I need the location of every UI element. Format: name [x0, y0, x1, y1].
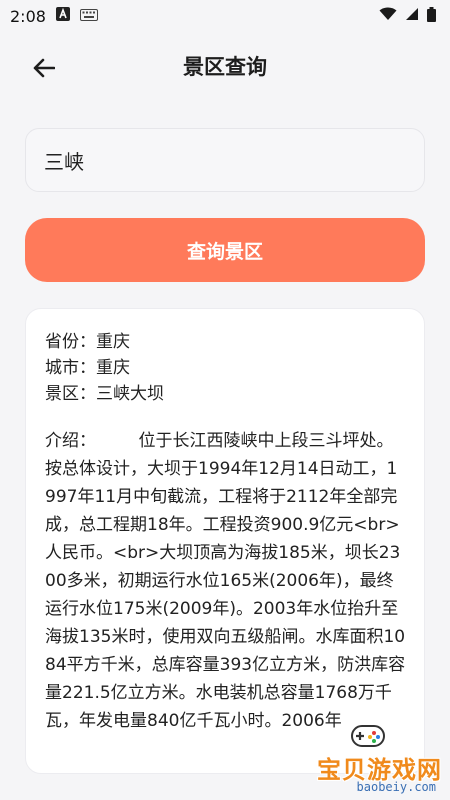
arrow-left-icon	[33, 58, 55, 78]
status-bar: 2:08	[0, 0, 450, 32]
gamepad-logo-icon	[351, 725, 385, 747]
result-city: 城市：重庆	[45, 358, 130, 378]
page-title: 景区查询	[183, 55, 267, 79]
search-input[interactable]	[44, 148, 406, 172]
back-button[interactable]	[26, 50, 62, 86]
result-province: 省份：重庆	[45, 332, 130, 352]
status-time: 2:08	[10, 6, 46, 26]
result-card: 省份：重庆 城市：重庆 景区：三峡大坝 介绍： 位于长江西陵峡中上段三斗坪处。按…	[25, 308, 425, 774]
wifi-icon	[379, 7, 397, 25]
search-box[interactable]	[25, 128, 425, 192]
query-button[interactable]: 查询景区	[25, 218, 425, 282]
watermark: 宝贝游戏网 baobeiy.com	[296, 720, 446, 796]
battery-icon	[427, 6, 436, 26]
result-scenic: 景区：三峡大坝	[45, 384, 164, 404]
watermark-url: baobeiy.com	[356, 780, 436, 794]
status-right	[379, 6, 436, 26]
result-intro: 介绍： 位于长江西陵峡中上段三斗坪处。按总体设计，大坝于1994年12月14日动…	[45, 431, 406, 731]
keyboard-icon	[79, 7, 98, 25]
a-notification-icon	[55, 7, 70, 25]
app-bar: 景区查询	[0, 34, 450, 98]
signal-icon	[405, 7, 419, 25]
status-left: 2:08	[10, 7, 98, 26]
